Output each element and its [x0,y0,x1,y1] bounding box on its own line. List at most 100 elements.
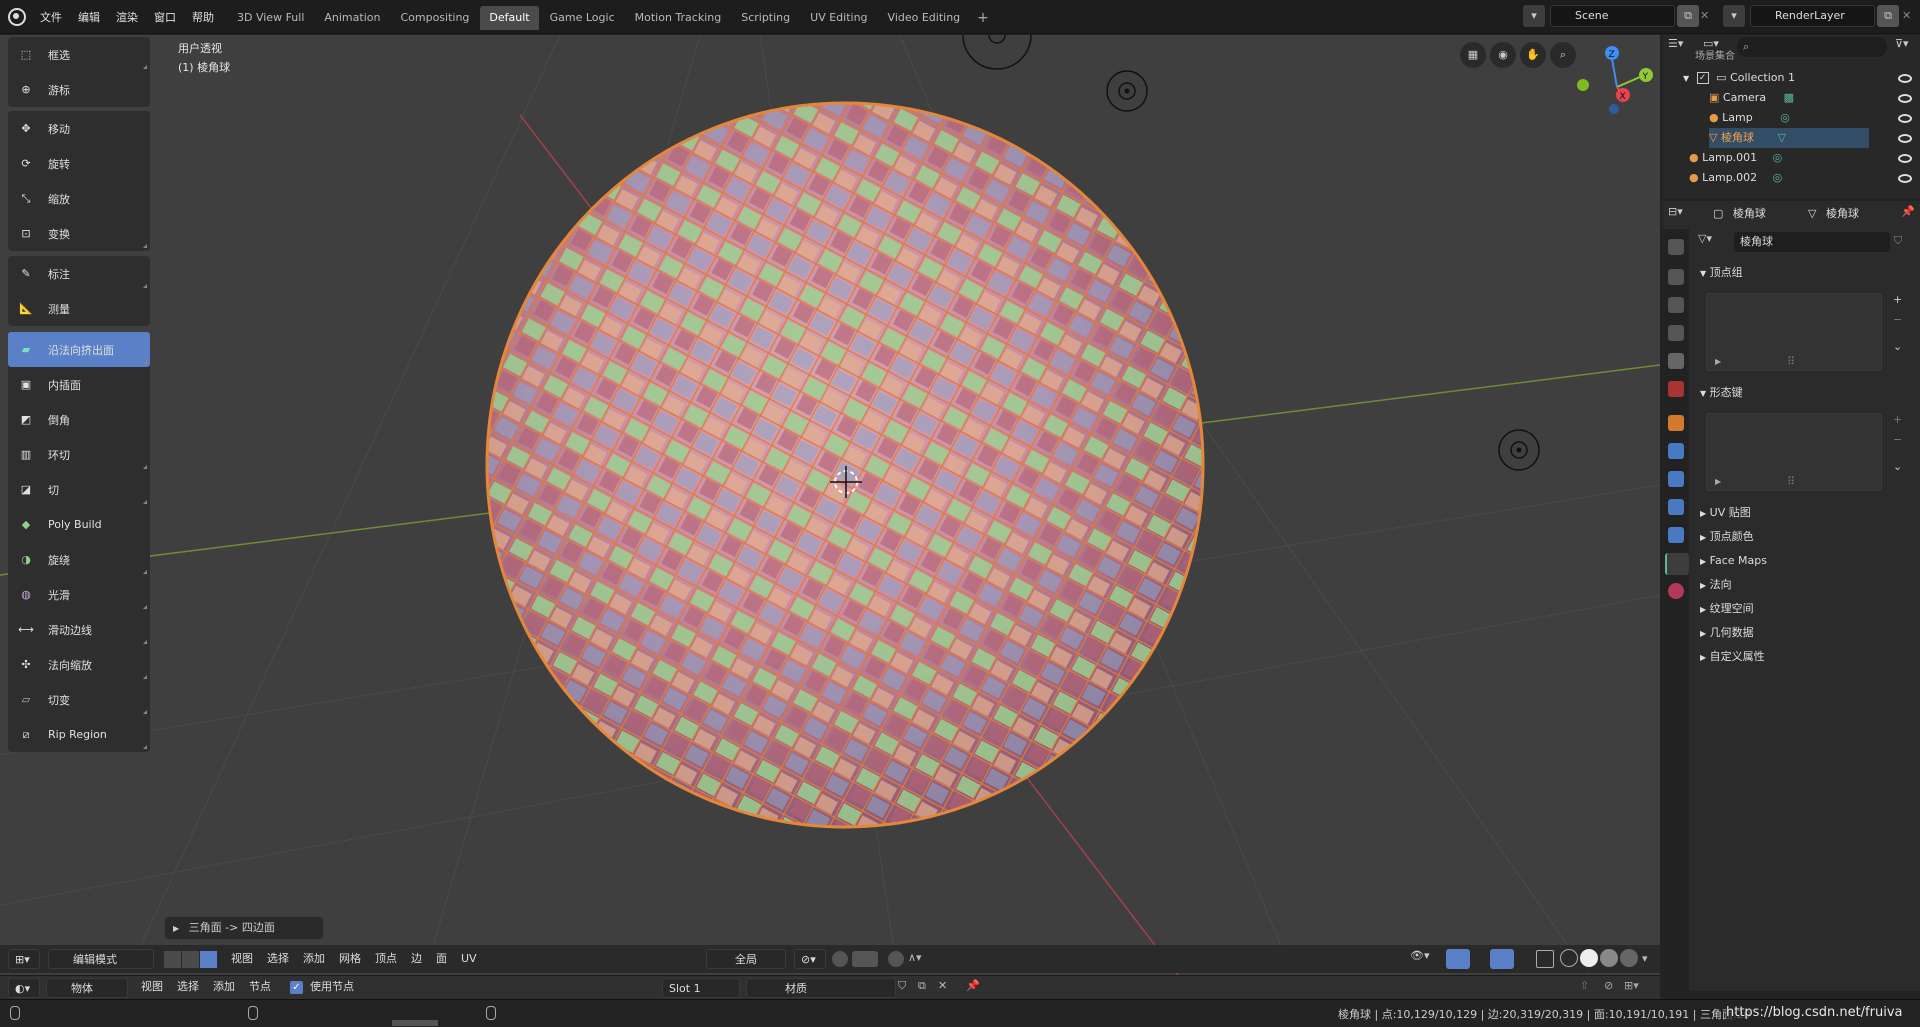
new-layer-icon[interactable]: ⧉ [1877,5,1899,27]
mesh-browse-icon[interactable]: ▽▾ [1698,232,1716,252]
panel-shape-keys-header[interactable]: ▼ 形态键 [1700,382,1743,404]
proportional-edit-icon[interactable] [888,951,904,967]
eye-icon[interactable] [1898,154,1912,163]
camera-icon[interactable]: ◉ [1490,42,1516,68]
tool-inset[interactable]: ▣ 内插面 [8,367,150,402]
add-shape-key-icon[interactable]: + [1893,413,1902,426]
outliner-row-collection[interactable]: ▼ ✓ ▭ Collection 1 [1683,68,1795,88]
tool-cursor[interactable]: ⊕ 游标 [8,72,150,107]
particles-icon[interactable] [1668,471,1684,487]
scene-collection-label[interactable]: 场景集合 [1695,47,1735,67]
list-expand-icon[interactable]: ▶ [1715,357,1721,366]
tab-default[interactable]: Default [480,6,539,30]
panel-vertex-groups-header[interactable]: ▼ 顶点组 [1700,262,1743,284]
solid-shading-icon[interactable] [1580,949,1598,967]
edge-select-icon[interactable] [182,951,199,968]
panel-face-maps[interactable]: ▶ Face Maps [1700,550,1767,572]
panel-custom-properties[interactable]: ▶ 自定义属性 [1700,646,1765,668]
shader-type-dropdown[interactable]: 物体 [46,978,128,998]
material-shading-icon[interactable] [1600,949,1618,967]
tool-move[interactable]: ✥ 移动 [8,111,150,146]
material-slot-dropdown[interactable]: Slot 1 [662,978,740,998]
falloff-icon[interactable]: ∧▾ [908,951,934,967]
tool-extrude-along-normals[interactable]: ▰ 沿法向挤出面 [8,332,150,367]
outliner-editor-type-icon[interactable]: ☰▾ [1668,37,1696,57]
gizmo-toggle-icon[interactable] [1446,949,1470,969]
pan-hand-icon[interactable]: ✋ [1520,42,1546,68]
tool-spin[interactable]: ◑ 旋绕 [8,542,150,577]
eye-icon[interactable] [1898,114,1912,123]
fake-user-shield-icon[interactable]: ⛉ [898,979,906,993]
menu-edge[interactable]: 边 [404,949,429,969]
tool-rotate[interactable]: ⟳ 旋转 [8,146,150,181]
menu-uv[interactable]: UV [454,949,484,969]
panel-normals[interactable]: ▶ 法向 [1700,574,1732,596]
menu-window[interactable]: 窗口 [146,9,184,25]
eye-icon[interactable] [1898,174,1912,183]
view-layer-browse-icon[interactable]: ▾ [1723,5,1745,27]
add-vertex-group-icon[interactable]: + [1893,293,1902,306]
outliner-search-input[interactable]: ⌕ [1737,37,1887,57]
editor-type-dropdown[interactable]: ⊞▾ [8,949,40,969]
outliner-row-camera[interactable]: ▣ Camera ▩ [1709,88,1794,108]
navigation-gizmo[interactable]: Z Y X [1577,46,1653,114]
node-menu-select[interactable]: 选择 [170,977,206,997]
transform-orientation-dropdown[interactable]: 全局 [706,949,786,969]
node-menu-add[interactable]: 添加 [206,977,242,997]
panel-texture-space[interactable]: ▶ 纹理空间 [1700,598,1754,620]
tool-transform[interactable]: ⊡ 变换 [8,216,150,251]
horizontal-scrollbar[interactable] [392,1020,438,1026]
snap-element-icon[interactable]: ⊞▾ [1624,979,1639,992]
tool-select-box[interactable]: ⬚ 框选 [8,37,150,72]
material-icon[interactable] [1668,583,1684,599]
tab-video-editing[interactable]: Video Editing [879,6,970,30]
tool-settings-icon[interactable] [1668,239,1684,255]
menu-face[interactable]: 面 [429,949,454,969]
wireframe-shading-icon[interactable] [1560,949,1578,967]
vertex-groups-list[interactable]: ▶ ⠿ [1706,293,1882,371]
tool-poly-build[interactable]: ◆ Poly Build [8,507,150,542]
unlink-material-icon[interactable]: ✕ [938,979,947,992]
fake-user-shield-icon[interactable]: ⛉ [1894,234,1902,248]
filter-icon[interactable]: ⊽▾ [1895,37,1909,50]
use-nodes-checkbox[interactable]: ✓ [290,981,303,994]
panel-vertex-colors[interactable]: ▶ 顶点颜色 [1700,526,1754,548]
scene-field[interactable]: Scene [1550,5,1675,27]
tool-knife[interactable]: ◪ 切 [8,472,150,507]
menu-mesh[interactable]: 网格 [332,949,368,969]
render-layer-field[interactable]: RenderLayer [1750,5,1875,27]
eye-icon[interactable] [1898,94,1912,103]
menu-edit[interactable]: 编辑 [70,9,108,25]
tool-scale[interactable]: ⤡ 缩放 [8,181,150,216]
outliner-row-lamp001[interactable]: ● Lamp.001 ◎ [1689,148,1782,168]
3d-viewport[interactable]: Z Y X 用户透视 (1) 棱角球 ▦ ◉ ✋ ⌕ ⬚ 框选 ⊕ 游标 ✥ 移动 ⟳… [0,35,1660,991]
tool-edge-slide[interactable]: ⟷ 滑动边线 [8,612,150,647]
new-material-icon[interactable]: ⧉ [918,979,926,993]
remove-shape-key-icon[interactable]: − [1893,433,1902,446]
outliner-row-selected-mesh[interactable]: ▽ 棱角球 ▽ [1709,128,1869,148]
tab-compositing[interactable]: Compositing [391,6,478,30]
rendered-shading-icon[interactable] [1620,949,1638,967]
eye-icon[interactable] [1898,134,1912,143]
world-icon[interactable] [1668,381,1684,397]
tool-shrink-fatten[interactable]: ✣ 法向缩放 [8,647,150,682]
outliner-row-lamp002[interactable]: ● Lamp.002 ◎ [1689,168,1782,188]
list-expand-icon[interactable]: ▶ [1715,477,1721,486]
menu-file[interactable]: 文件 [32,9,70,25]
scene-browse-icon[interactable]: ▾ [1523,5,1545,27]
pin-icon[interactable]: 📌 [1901,205,1915,218]
properties-editor-type-icon[interactable]: ⊟▾ [1668,205,1683,218]
constraints-icon[interactable] [1668,527,1684,543]
pin-icon[interactable]: 📌 [966,979,980,992]
zoom-icon[interactable]: ⌕ [1550,42,1576,68]
mesh-name-field[interactable]: 棱角球 [1734,232,1890,252]
tab-scripting[interactable]: Scripting [732,6,799,30]
menu-view[interactable]: 视图 [224,949,260,969]
modifier-wrench-icon[interactable] [1668,443,1684,459]
scene-icon[interactable] [1668,353,1684,369]
view-layer-icon[interactable] [1668,325,1684,341]
tab-motion-tracking[interactable]: Motion Tracking [626,6,731,30]
menu-vertex[interactable]: 顶点 [368,949,404,969]
node-menu-node[interactable]: 节点 [242,977,278,997]
add-workspace-button[interactable]: + [971,6,995,30]
